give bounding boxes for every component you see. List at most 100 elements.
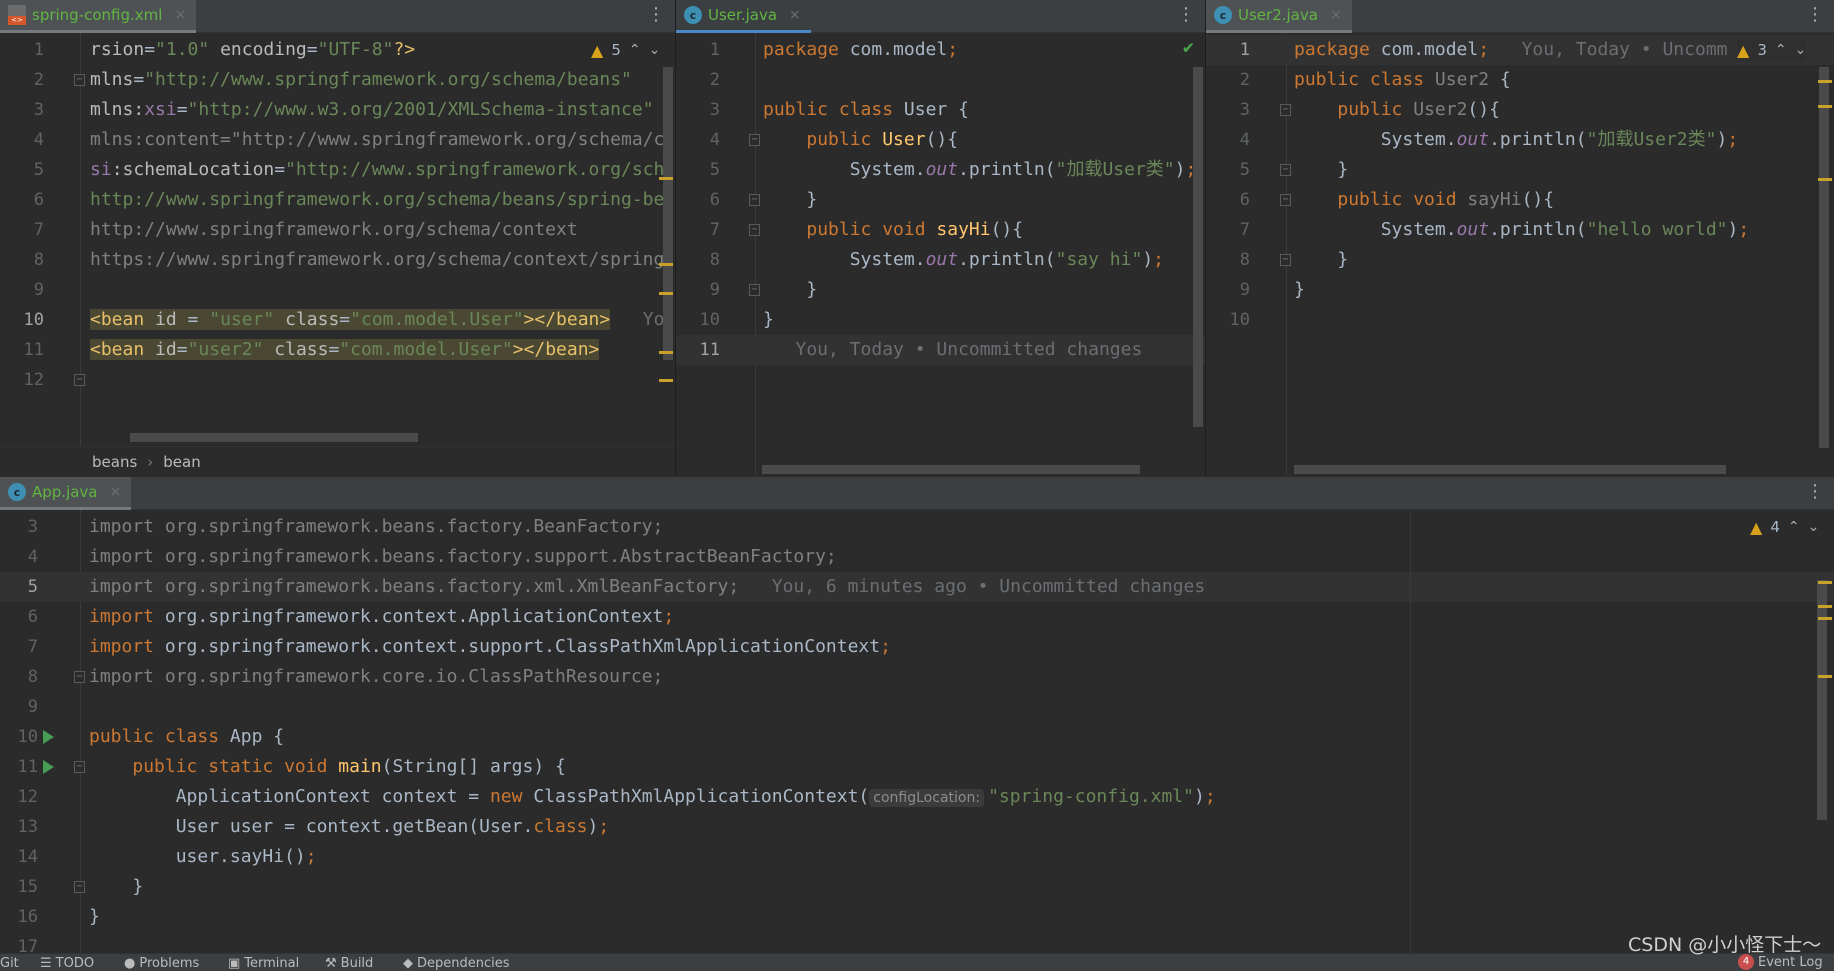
warning-stripe-mark[interactable] xyxy=(1818,675,1832,678)
code-line[interactable]: 11 <bean id="user2" class="com.model.User… xyxy=(0,335,675,365)
code-line[interactable]: 10 public class App { xyxy=(0,722,1834,752)
warning-stripe-mark[interactable] xyxy=(659,379,673,382)
tab-xml[interactable]: spring-config.xml × xyxy=(0,0,197,33)
code-line[interactable]: 8 System.out.println("say hi"); xyxy=(676,245,1205,275)
inspection-widget[interactable]: ▲ 4 ⌃ ⌄ xyxy=(1750,515,1819,539)
fold-open-icon[interactable]: − xyxy=(74,761,85,773)
tab-user2[interactable]: c User2.java × xyxy=(1206,0,1352,33)
code-line[interactable]: 17 xyxy=(0,932,1834,953)
warning-stripe-mark[interactable] xyxy=(1818,617,1832,620)
more-options-icon[interactable]: ⋮ xyxy=(1806,6,1824,24)
run-icon[interactable] xyxy=(43,760,54,774)
vertical-scrollbar[interactable] xyxy=(1819,67,1829,448)
fold-close-icon[interactable]: − xyxy=(74,881,85,893)
breadcrumb-item-bean[interactable]: bean xyxy=(163,453,200,471)
tab-user[interactable]: c User.java × xyxy=(676,0,811,33)
close-icon[interactable]: × xyxy=(110,484,122,500)
code-line[interactable]: 4 − public User(){ xyxy=(676,125,1205,155)
code-line[interactable]: 8 https://www.springframework.org/schema/… xyxy=(0,245,675,275)
tool-git[interactable]: Git xyxy=(0,956,19,971)
fold-open-icon[interactable]: − xyxy=(1280,194,1291,206)
code-line[interactable]: 6 import org.springframework.context.Appl… xyxy=(0,602,1834,632)
code-line[interactable]: 3 import org.springframework.beans.factor… xyxy=(0,512,1834,542)
tool-terminal[interactable]: ▣ Terminal xyxy=(228,956,299,971)
warning-stripe-mark[interactable] xyxy=(659,292,673,295)
code-line[interactable]: 7 System.out.println("hello world"); xyxy=(1206,215,1834,245)
tool-todo[interactable]: ☰ TODO xyxy=(40,956,94,971)
code-line[interactable]: 13 User user = context.getBean(User.clas… xyxy=(0,812,1834,842)
fold-close-icon[interactable]: − xyxy=(74,671,85,683)
code-line[interactable]: 9 xyxy=(0,275,675,305)
more-options-icon[interactable]: ⋮ xyxy=(647,6,665,24)
fold-open-icon[interactable]: − xyxy=(749,224,760,236)
code-line[interactable]: 7 import org.springframework.context.supp… xyxy=(0,632,1834,662)
code-line[interactable]: 8 − import org.springframework.core.io.Cla… xyxy=(0,662,1834,692)
code-line[interactable]: 11 − public static void main(String[] arg… xyxy=(0,752,1834,782)
tool-problems[interactable]: ● Problems xyxy=(124,956,199,971)
code-line[interactable]: 7 http://www.springframework.org/schema/c… xyxy=(0,215,675,245)
code-line[interactable]: 2 − mlns="http://www.springframework.org/s… xyxy=(0,65,675,95)
code-line[interactable]: 12 ApplicationContext context = new Clas… xyxy=(0,782,1834,812)
fold-close-icon[interactable]: − xyxy=(1280,254,1291,266)
previous-highlight-icon[interactable]: ⌃ xyxy=(1788,519,1800,535)
fold-open-icon[interactable]: − xyxy=(749,134,760,146)
code-line[interactable]: 7 − public void sayHi(){ xyxy=(676,215,1205,245)
code-line[interactable]: 9 − } xyxy=(676,275,1205,305)
code-line[interactable]: 2 xyxy=(676,65,1205,95)
vertical-scrollbar[interactable] xyxy=(1817,580,1827,820)
previous-highlight-icon[interactable]: ⌃ xyxy=(1775,42,1787,58)
vertical-scrollbar[interactable] xyxy=(663,67,673,360)
warning-stripe-mark[interactable] xyxy=(659,263,673,266)
more-options-icon[interactable]: ⋮ xyxy=(1806,483,1824,501)
code-line[interactable]: 11 You, Today • Uncommitted changes xyxy=(676,335,1205,365)
vertical-scrollbar[interactable] xyxy=(1193,67,1203,427)
code-line[interactable]: 4 System.out.println("加载User2类"); xyxy=(1206,125,1834,155)
horizontal-scrollbar[interactable] xyxy=(130,433,418,442)
code-line[interactable]: 1 package com.model; xyxy=(676,35,1205,65)
fold-close-icon[interactable]: − xyxy=(74,374,85,386)
fold-close-icon[interactable]: − xyxy=(749,284,760,296)
run-icon[interactable] xyxy=(43,730,54,744)
warning-stripe-mark[interactable] xyxy=(1818,105,1832,108)
code-line[interactable]: 5 − } xyxy=(1206,155,1834,185)
inspection-widget[interactable]: ▲ 5 ⌃ ⌄ xyxy=(591,38,660,62)
code-line[interactable]: 15 − } xyxy=(0,872,1834,902)
warning-stripe-mark[interactable] xyxy=(659,177,673,180)
code-line[interactable]: 10 xyxy=(1206,305,1834,335)
code-line[interactable]: 12 − xyxy=(0,365,675,395)
horizontal-scrollbar[interactable] xyxy=(762,465,1140,474)
next-highlight-icon[interactable]: ⌄ xyxy=(1795,42,1807,58)
code-line[interactable]: 4 import org.springframework.beans.factor… xyxy=(0,542,1834,572)
tool-build[interactable]: ⚒ Build xyxy=(325,956,373,971)
inspection-widget[interactable]: ▲ 3 ⌃ ⌄ xyxy=(1737,38,1807,62)
warning-stripe-mark[interactable] xyxy=(1818,80,1832,83)
previous-highlight-icon[interactable]: ⌃ xyxy=(629,42,641,58)
horizontal-scrollbar[interactable] xyxy=(1294,465,1726,474)
tab-app[interactable]: c App.java × xyxy=(0,477,132,510)
code-line[interactable]: 9} xyxy=(1206,275,1834,305)
close-icon[interactable]: × xyxy=(1330,7,1342,23)
code-line[interactable]: 5 si:schemaLocation="http://www.springfra… xyxy=(0,155,675,185)
code-line[interactable]: 4 mlns:content="http://www.springframewor… xyxy=(0,125,675,155)
code-line[interactable]: 10 <bean id = "user" class="com.model.Use… xyxy=(0,305,675,335)
warning-stripe-mark[interactable] xyxy=(1818,178,1832,181)
code-line[interactable]: 5 System.out.println("加载User类"); xyxy=(676,155,1205,185)
code-line[interactable]: 6 − } xyxy=(676,185,1205,215)
tool-dependencies[interactable]: ◆ Dependencies xyxy=(403,956,510,971)
warning-stripe-mark[interactable] xyxy=(659,351,673,354)
fold-open-icon[interactable]: − xyxy=(74,74,85,86)
code-line[interactable]: 3 − public User2(){ xyxy=(1206,95,1834,125)
code-line[interactable]: 3 public class User { xyxy=(676,95,1205,125)
code-line[interactable]: 6 http://www.springframework.org/schema/b… xyxy=(0,185,675,215)
code-line[interactable]: 2 public class User2 { xyxy=(1206,65,1834,95)
code-line[interactable]: 5 import org.springframework.beans.factor… xyxy=(0,572,1834,602)
breadcrumb-item-beans[interactable]: beans xyxy=(92,453,137,471)
fold-close-icon[interactable]: − xyxy=(749,194,760,206)
code-line[interactable]: 14 user.sayHi(); xyxy=(0,842,1834,872)
more-options-icon[interactable]: ⋮ xyxy=(1177,6,1195,24)
fold-open-icon[interactable]: − xyxy=(1280,104,1291,116)
code-line[interactable]: 16} xyxy=(0,902,1834,932)
code-line[interactable]: 3 mlns:xsi="http://www.w3.org/2001/XMLSch… xyxy=(0,95,675,125)
code-line[interactable]: 10} xyxy=(676,305,1205,335)
fold-close-icon[interactable]: − xyxy=(1280,164,1291,176)
